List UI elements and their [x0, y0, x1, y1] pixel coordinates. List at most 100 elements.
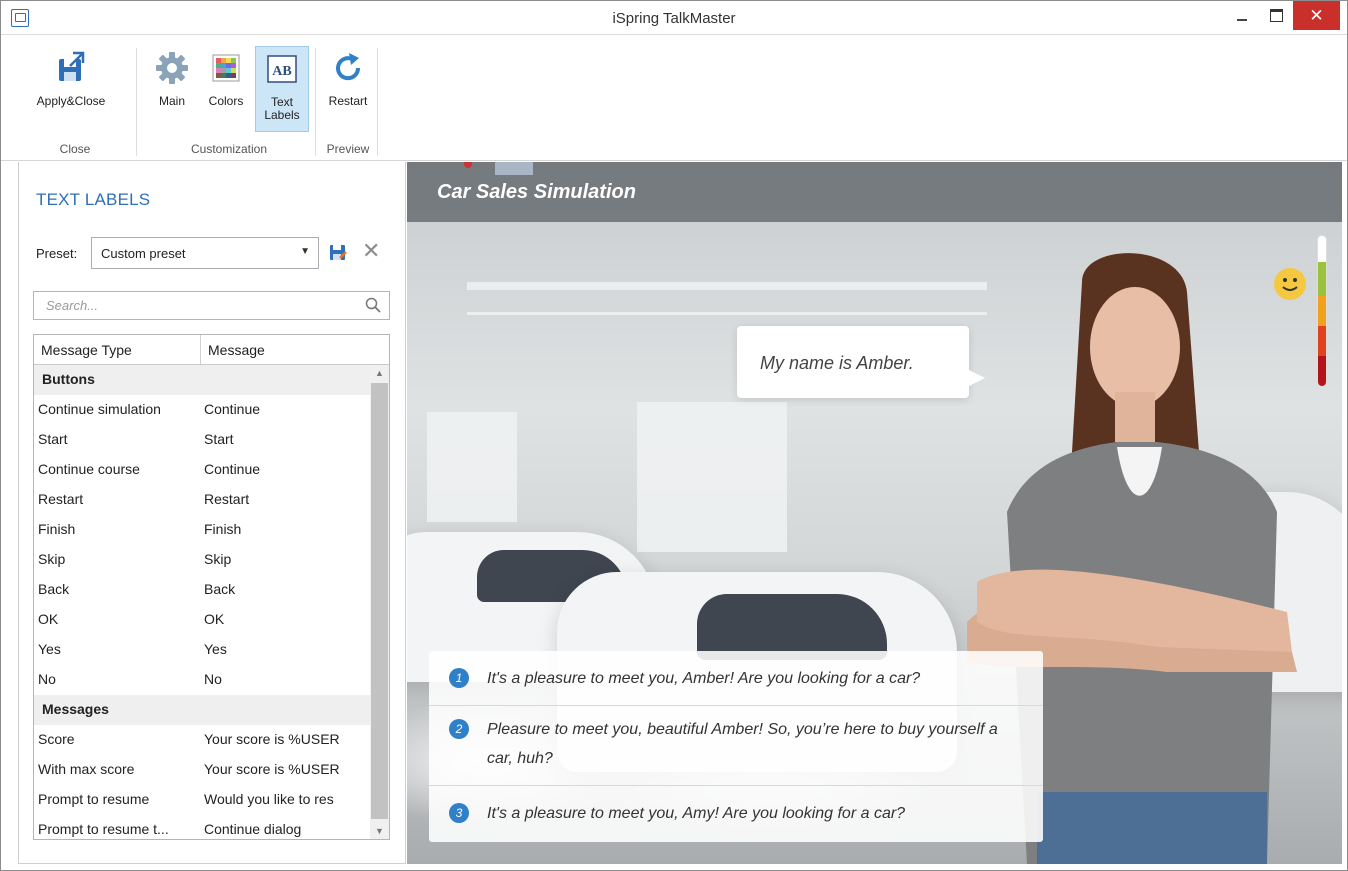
apply-close-label: Apply&Close — [36, 94, 106, 108]
answer-text: Pleasure to meet you, beautiful Amber! S… — [487, 721, 998, 767]
close-window-button[interactable]: ✕ — [1293, 1, 1340, 30]
table-row[interactable]: Score Your score is %USER — [34, 725, 371, 755]
message-cell[interactable]: No — [201, 665, 371, 695]
restart-label: Restart — [328, 94, 368, 108]
minimize-button[interactable] — [1225, 1, 1259, 30]
colors-button[interactable]: Colors — [201, 46, 251, 126]
chevron-down-icon: ▼ — [300, 246, 310, 257]
table-row[interactable]: Prompt to resume Would you like to res — [34, 785, 371, 815]
group-divider — [136, 48, 137, 156]
message-cell[interactable]: Skip — [201, 545, 371, 575]
message-cell[interactable]: Yes — [201, 635, 371, 665]
message-type-cell: Back — [38, 581, 70, 597]
answer-option-2[interactable]: 2 Pleasure to meet you, beautiful Amber!… — [429, 717, 1043, 773]
answer-options-panel: 1 It's a pleasure to meet you, Amber! Ar… — [429, 651, 1043, 842]
search-placeholder: Search... — [46, 298, 99, 313]
restart-icon — [336, 53, 361, 81]
colors-label: Colors — [208, 94, 244, 108]
table-row[interactable]: Restart Restart — [34, 485, 371, 515]
restart-button[interactable]: Restart — [321, 46, 375, 126]
gear-icon — [156, 52, 188, 84]
emotion-meter — [1317, 235, 1327, 387]
search-input[interactable]: Search... — [33, 291, 390, 320]
table-row[interactable]: No No — [34, 665, 371, 695]
message-cell[interactable]: Back — [201, 575, 371, 605]
preset-label: Preset: — [36, 246, 78, 261]
text-labels-icon: AB — [267, 55, 297, 83]
svg-text:AB: AB — [272, 64, 291, 79]
message-cell[interactable]: Continue dialog — [201, 815, 371, 839]
main-button[interactable]: Main — [147, 46, 197, 126]
message-type-cell: Skip — [38, 551, 66, 567]
message-cell[interactable]: Finish — [201, 515, 371, 545]
text-labels-button[interactable]: AB Text Labels — [255, 46, 309, 132]
panel-title: TEXT LABELS — [36, 190, 151, 209]
answer-option-1[interactable]: 1 It's a pleasure to meet you, Amber! Ar… — [429, 666, 1043, 692]
save-preset-icon[interactable] — [329, 243, 347, 261]
message-cell[interactable]: Would you like to res — [201, 785, 371, 815]
preview-header: Car Sales Simulation — [407, 162, 1342, 222]
message-type-cell: Continue course — [38, 461, 140, 477]
answer-option-3[interactable]: 3 It's a pleasure to meet you, Amy! Are … — [429, 801, 1043, 827]
scroll-down-icon[interactable]: ▼ — [370, 823, 389, 839]
window-title: iSpring TalkMaster — [612, 10, 736, 27]
table-row[interactable]: Continue course Continue — [34, 455, 371, 485]
table-header: Message Type Message — [34, 335, 389, 365]
emotion-meter-segment — [1318, 326, 1326, 356]
answer-text: It's a pleasure to meet you, Amber! Are … — [487, 670, 921, 687]
table-row[interactable]: Continue simulation Continue — [34, 395, 371, 425]
text-labels-panel: TEXT LABELS Preset: Custom preset ▼ ✕ Se… — [18, 162, 406, 864]
message-cell[interactable]: OK — [201, 605, 371, 635]
scrollbar-thumb[interactable] — [371, 383, 388, 819]
message-cell[interactable]: Continue — [201, 455, 371, 485]
search-icon[interactable] — [365, 297, 381, 313]
answer-text: It's a pleasure to meet you, Amy! Are yo… — [487, 805, 906, 822]
table-row[interactable]: With max score Your score is %USER — [34, 755, 371, 785]
table-row[interactable]: Start Start — [34, 425, 371, 455]
smiley-face-icon — [1274, 268, 1306, 300]
group-label-customization: Customization — [190, 142, 268, 156]
answer-number-badge: 2 — [449, 719, 469, 739]
emotion-meter-segment — [1318, 236, 1326, 262]
emotion-meter-segment — [1318, 296, 1326, 326]
table-row[interactable]: Yes Yes — [34, 635, 371, 665]
delete-preset-icon[interactable]: ✕ — [362, 240, 380, 262]
simulation-title: Car Sales Simulation — [437, 181, 636, 203]
table-group-row[interactable]: Messages — [34, 695, 371, 725]
table-row[interactable]: Back Back — [34, 575, 371, 605]
emotion-meter-segment — [1318, 262, 1326, 296]
save-close-icon — [59, 51, 85, 81]
column-header-message[interactable]: Message — [200, 335, 370, 364]
app-window: iSpring TalkMaster ✕ Apply&Close Close M… — [0, 0, 1348, 871]
message-cell[interactable]: Continue — [201, 395, 371, 425]
message-cell[interactable]: Restart — [201, 485, 371, 515]
table-scrollbar[interactable]: ▲ ▼ — [370, 365, 389, 839]
message-type-cell: No — [38, 671, 56, 687]
preset-value: Custom preset — [101, 246, 186, 261]
character-speech-bubble: My name is Amber. — [737, 326, 985, 398]
table-group-row[interactable]: Buttons — [34, 365, 371, 395]
column-header-message-type[interactable]: Message Type — [34, 335, 200, 364]
scroll-up-icon[interactable]: ▲ — [370, 365, 389, 381]
message-cell[interactable]: Start — [201, 425, 371, 455]
apply-close-button[interactable]: Apply&Close — [21, 46, 121, 126]
preset-dropdown[interactable]: Custom preset ▼ — [91, 237, 319, 269]
simulation-preview: Car Sales Simulation My name is Amber. 1… — [407, 162, 1342, 864]
table-body: Buttons Continue simulation Continue Start S… — [34, 365, 371, 839]
message-cell[interactable]: Your score is %USER — [201, 755, 371, 785]
message-type-cell: Prompt to resume t... — [38, 821, 169, 837]
table-row[interactable]: Prompt to resume t... Continue dialog — [34, 815, 371, 839]
message-cell[interactable]: Your score is %USER — [201, 725, 371, 755]
color-palette-icon — [212, 54, 240, 82]
stop-icon — [464, 162, 472, 168]
ribbon-group-close: Apply&Close Close — [15, 46, 135, 156]
table-row[interactable]: Finish Finish — [34, 515, 371, 545]
maximize-button[interactable] — [1259, 1, 1293, 30]
group-divider — [377, 48, 378, 156]
message-type-cell: Start — [38, 431, 68, 447]
table-row[interactable]: Skip Skip — [34, 545, 371, 575]
message-type-cell: Yes — [38, 641, 61, 657]
answer-divider — [429, 705, 1043, 706]
message-type-cell: With max score — [38, 761, 135, 777]
table-row[interactable]: OK OK — [34, 605, 371, 635]
